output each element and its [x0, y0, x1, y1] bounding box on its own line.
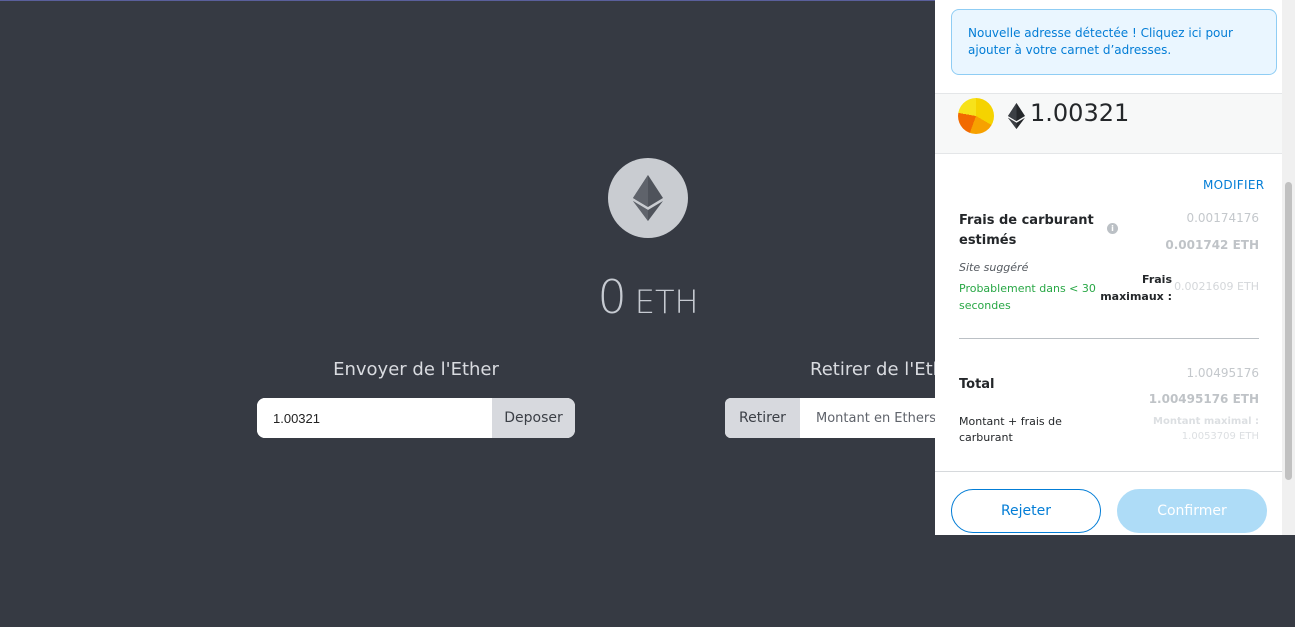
deposit-button[interactable]: Deposer — [492, 398, 575, 438]
popup-scrollbar[interactable] — [1282, 0, 1295, 535]
scrollbar-thumb[interactable] — [1285, 182, 1292, 480]
site-suggested-label: Site suggéré — [959, 261, 1029, 274]
identicon-icon — [958, 98, 994, 134]
estimated-time: Probablement dans < 30 secondes — [959, 282, 1096, 312]
send-amount-input[interactable] — [257, 398, 492, 438]
withdraw-amount-input[interactable] — [800, 398, 935, 438]
total-label: Total — [959, 377, 995, 392]
balance-value: 0 — [597, 270, 627, 324]
gas-fee-secondary-value: 0.00174176 — [1186, 211, 1259, 225]
withdraw-button[interactable]: Retirer — [725, 398, 800, 438]
ethereum-logo-icon — [1008, 102, 1025, 130]
wallet-confirmation-popup: 1.00321 MODIFIER Frais de carburant esti… — [935, 0, 1282, 535]
total-primary-value: 1.00495176 ETH — [1148, 392, 1259, 406]
reject-button[interactable]: Rejeter — [951, 489, 1101, 533]
info-icon[interactable]: i — [1107, 223, 1118, 234]
max-fee-value: 0.0021609 ETH — [1174, 280, 1259, 293]
section-divider — [959, 338, 1259, 339]
balance-unit: ETH — [634, 283, 699, 321]
send-ether-title: Envoyer de l'Ether — [333, 359, 499, 380]
modify-gas-link[interactable]: MODIFIER — [1203, 178, 1264, 192]
max-amount-value: 1.0053709 ETH — [1181, 431, 1259, 442]
gas-fee-primary-value: 0.001742 ETH — [1165, 238, 1259, 252]
max-amount-label: Montant maximal : — [1153, 416, 1259, 427]
total-secondary-value: 1.00495176 — [1186, 366, 1259, 380]
footer-divider — [935, 471, 1282, 472]
ethereum-logo-icon — [608, 158, 688, 238]
transaction-amount: 1.00321 — [1030, 99, 1130, 127]
withdraw-ether-title: Retirer de l'Ethe — [810, 359, 956, 380]
max-fee-label: Frais maximaux : — [1100, 273, 1172, 303]
gas-fee-label: Frais de carburant estimés — [959, 213, 1094, 248]
transaction-amount-row: 1.00321 — [935, 93, 1282, 154]
total-sublabel: Montant + frais de carburant — [959, 415, 1062, 444]
send-form: Deposer — [257, 398, 575, 438]
new-address-notice[interactable]: Nouvelle adresse détectée ! Cliquez ici … — [951, 9, 1277, 75]
withdraw-form: Retirer — [725, 398, 935, 438]
confirm-button[interactable]: Confirmer — [1117, 489, 1267, 533]
eth-balance: 0 ETH — [560, 270, 736, 324]
